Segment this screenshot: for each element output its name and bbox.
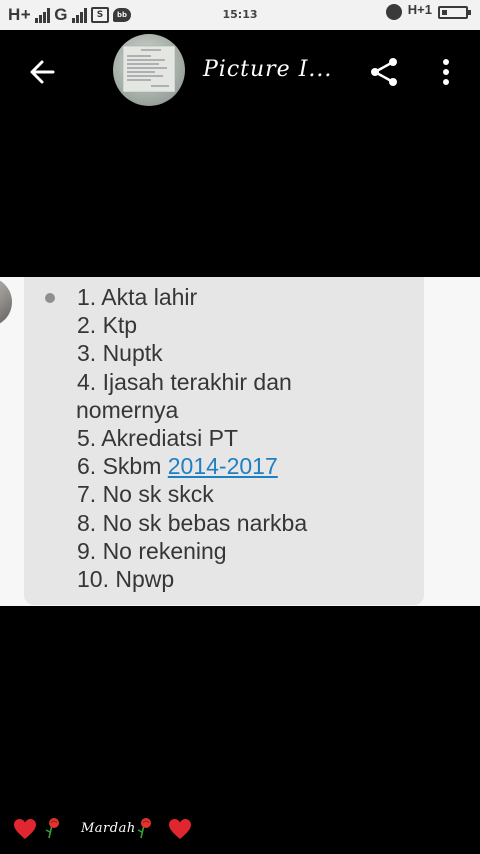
heart-icon [169, 819, 191, 839]
list-item: 5. Akrediatsi PT [77, 425, 239, 452]
rose-icon [45, 818, 59, 839]
share-icon[interactable] [368, 56, 400, 88]
network-type-right: H+1 [407, 1, 432, 17]
list-item: 9. No rekening [77, 537, 227, 564]
status-right: H+1 [385, 1, 471, 20]
rose-icon [137, 818, 151, 839]
more-vert-icon[interactable] [436, 56, 456, 88]
signature-name: Mardah [81, 821, 136, 836]
heart-icon [14, 819, 36, 839]
list-item: 1. Akta lahir [77, 284, 198, 310]
list-item: 10. Npwp [77, 566, 175, 593]
avatar [0, 277, 12, 327]
picture-thumbnail[interactable] [113, 34, 185, 106]
battery-icon [438, 5, 471, 19]
signature: Mardah [0, 812, 480, 846]
list-item: nomernya [76, 396, 179, 423]
list-item: 7. No sk skck [77, 481, 214, 508]
list-item: 6. Skbm 2014-2017 [77, 452, 307, 480]
list-item: 8. No sk bebas narkba [77, 509, 308, 536]
list-item-text: 6. Skbm [77, 453, 168, 480]
document-thumbnail-icon [122, 45, 176, 93]
chat-title: Picture I... [203, 57, 333, 82]
alarm-icon [385, 4, 402, 20]
arrow-left-icon[interactable] [26, 56, 58, 88]
status-bar: H+ G S bb 15:13 H+1 [0, 0, 480, 30]
list-item: 4. Ijasah terakhir dan [77, 368, 292, 395]
year-link[interactable]: 2014-2017 [168, 453, 278, 479]
document-list: 1. Akta lahir 2. Ktp 3. Nuptk 4. Ijasah … [76, 283, 308, 593]
list-item: 2. Ktp [77, 312, 138, 339]
bullet-dot-icon [45, 293, 55, 303]
app-bar: Picture I... [0, 30, 480, 114]
list-item: 3. Nuptk [77, 340, 163, 367]
picture-content: 1. Akta lahir 2. Ktp 3. Nuptk 4. Ijasah … [0, 277, 480, 606]
